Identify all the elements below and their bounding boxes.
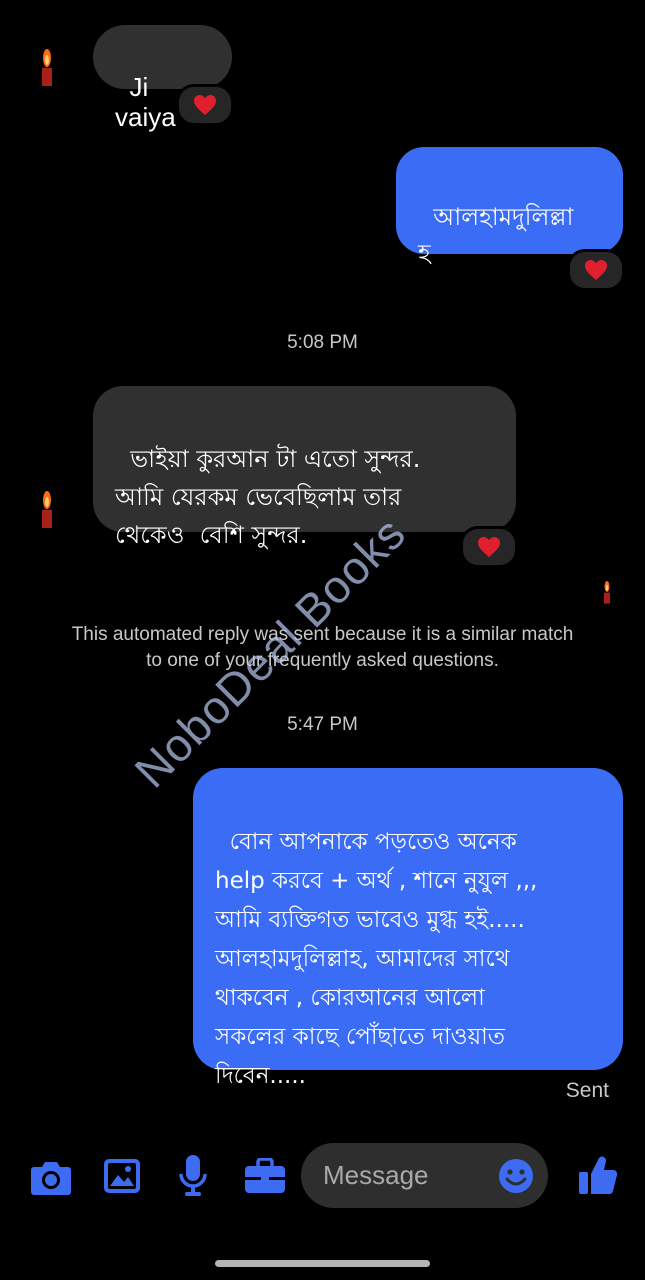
message-text: ভাইয়া কুরআন টা এতো সুন্দর. আমি যেরকম ভে… — [115, 445, 421, 549]
heart-reaction[interactable] — [567, 249, 625, 291]
outgoing-message-bubble[interactable]: বোন আপনাকে পড়তেও অনেক help করবে + অর্থ … — [193, 768, 623, 1089]
message-input-placeholder: Message — [323, 1160, 429, 1190]
message-text: আলহামদুলিল্লা হ — [418, 203, 574, 267]
emoji-icon[interactable] — [498, 1158, 534, 1194]
camera-icon[interactable] — [30, 1158, 72, 1196]
thumbs-up-icon[interactable] — [578, 1154, 618, 1196]
timestamp: 5:47 PM — [287, 714, 358, 735]
briefcase-icon[interactable] — [244, 1158, 286, 1194]
gallery-icon[interactable] — [103, 1158, 141, 1194]
heart-icon — [194, 95, 216, 115]
home-indicator[interactable] — [215, 1260, 430, 1267]
incoming-message-bubble[interactable]: Ji vaiya — [93, 25, 232, 132]
seen-avatar-icon — [603, 581, 611, 604]
sender-avatar-icon[interactable] — [36, 44, 58, 90]
outgoing-message-bubble[interactable]: আলহামদুলিল্লা হ — [396, 147, 623, 267]
incoming-message-bubble[interactable]: ভাইয়া কুরআন টা এতো সুন্দর. আমি যেরকম ভে… — [93, 386, 516, 549]
automated-reply-note: This automated reply was sent because it… — [71, 624, 574, 671]
heart-reaction[interactable] — [176, 84, 234, 126]
timestamp: 5:08 PM — [287, 332, 358, 353]
message-text: Ji vaiya — [115, 72, 176, 132]
message-text: বোন আপনাকে পড়তেও অনেক help করবে + অর্থ … — [215, 829, 538, 1089]
message-status: Sent — [565, 1079, 609, 1102]
heart-icon — [585, 260, 607, 280]
microphone-icon[interactable] — [178, 1154, 208, 1198]
heart-icon — [478, 537, 500, 557]
sender-avatar-icon[interactable] — [36, 486, 58, 532]
message-input[interactable]: Message — [301, 1143, 548, 1208]
heart-reaction[interactable] — [460, 526, 518, 568]
